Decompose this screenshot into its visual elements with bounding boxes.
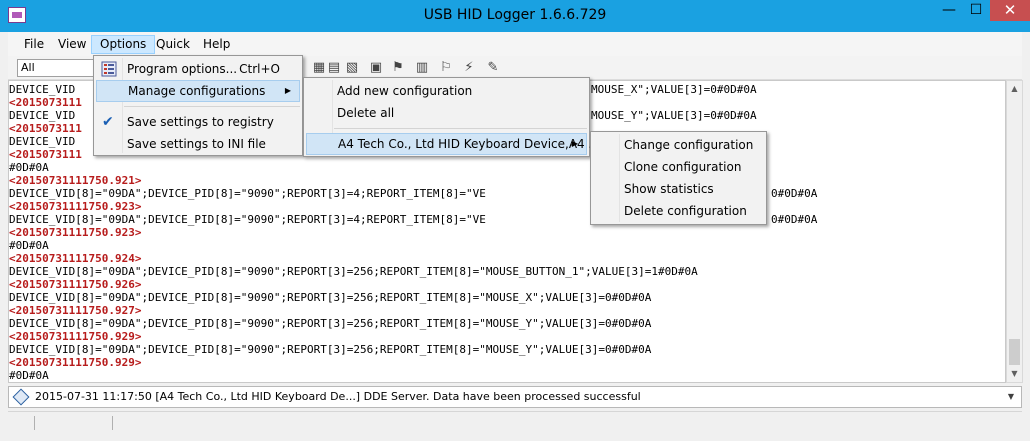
menu-label: Show statistics [624,182,714,196]
menu-label: Save settings to INI file [127,137,266,151]
toolbar-edit-icon[interactable]: ✎ [485,60,501,76]
toolbar-document-icon[interactable]: ▧ [344,60,360,76]
toolbar-filter-icon[interactable]: ⚐ [438,60,454,76]
toolbar-shield-icon[interactable]: ▣ [368,60,384,76]
configurations-submenu: Add new configuration Delete all A4 Tech… [303,77,600,157]
menu-save-to-ini[interactable]: Save settings to INI file [96,133,300,155]
log-entry: DEVICE_VID[8]="09DA";DEVICE_PID[8]="9090… [9,317,652,330]
log-timestamp: <20150731111750.924> [9,252,142,265]
log-timestamp: <2015073111 [9,122,82,135]
log-fragment: MOUSE_X";VALUE[3]=0#0D#0A [591,83,757,96]
chevron-down-icon[interactable]: ▼ [1003,389,1019,405]
menu-label: Manage configurations [128,84,266,98]
dde-status-icon [12,388,30,406]
device-submenu: Change configuration Clone configuration… [590,131,767,225]
scroll-up-icon[interactable]: ▲ [1007,81,1022,97]
menu-options[interactable]: Options [91,35,156,54]
toolbar-flag-icon[interactable]: ⚑ [390,60,406,76]
menu-delete-all[interactable]: Delete all [306,102,587,124]
log-entry: DEVICE_VID [9,83,76,96]
log-entry: DEVICE_VID [9,109,76,122]
log-entry: #0D#0A [9,161,49,174]
menu-program-options[interactable]: Program options... Ctrl+O [96,58,300,80]
menu-show-statistics[interactable]: Show statistics [593,178,764,200]
options-list-icon [101,61,117,77]
status-combo[interactable]: 2015-07-31 11:17:50 [A4 Tech Co., Ltd HI… [8,386,1022,408]
status-bar [8,411,1022,433]
menu-label: Save settings to registry [127,115,274,129]
log-timestamp: <20150731111750.923> [9,226,142,239]
menu-separator [334,128,587,129]
checkmark-icon: ✔ [102,114,114,130]
log-entry: DEVICE_VID[8]="09DA";DEVICE_PID[8]="9090… [9,265,698,278]
menu-label: A4 Tech Co., Ltd HID Keyboard Device,A4 … [338,137,600,151]
log-entry: #0D#0A [9,239,49,252]
menu-add-configuration[interactable]: Add new configuration [306,80,587,102]
log-timestamp: <20150731111750.923> [9,200,142,213]
toolbar-list-icon[interactable]: ▥ [414,60,430,76]
status-divider [34,416,35,430]
log-entry: DEVICE_VID [9,135,76,148]
window-title: USB HID Logger 1.6.6.729 [423,7,607,23]
log-timestamp: <2015073111 [9,148,82,161]
log-fragment: 0#0D#0A [771,213,818,226]
status-divider [112,416,113,430]
menu-label: Clone configuration [624,160,742,174]
log-timestamp: <20150731111750.927> [9,304,142,317]
menu-label: Program options... [127,62,238,76]
submenu-arrow-icon: ▶ [284,86,291,95]
menu-label: Change configuration [624,138,754,152]
menu-bar: File View Options Quick Help [8,32,1022,56]
log-timestamp: <20150731111750.926> [9,278,142,291]
menu-separator [124,106,300,107]
minimize-button[interactable]: — [935,0,963,21]
submenu-arrow-icon: ▶ [571,139,578,148]
log-entry: DEVICE_VID[8]="09DA";DEVICE_PID[8]="9090… [9,291,652,304]
log-fragment: 0#0D#0A [771,187,818,200]
log-entry: DEVICE_VID[8]="09DA";DEVICE_PID[8]="9090… [9,187,486,200]
toolbar-keyboard-icon[interactable]: ▤ [326,60,342,76]
menu-quick[interactable]: Quick [148,35,198,54]
menu-device-configuration[interactable]: A4 Tech Co., Ltd HID Keyboard Device,A4 … [306,133,600,155]
status-text: 2015-07-31 11:17:50 [A4 Tech Co., Ltd HI… [35,390,641,403]
toolbar-grid-icon[interactable]: ▦ [311,60,327,76]
menu-clone-configuration[interactable]: Clone configuration [593,156,764,178]
scroll-down-icon[interactable]: ▼ [1007,366,1022,382]
menu-manage-configurations[interactable]: Manage configurations ▶ [96,80,300,102]
log-timestamp: <20150731111750.929> [9,330,142,343]
log-scrollbar[interactable]: ▲ ▼ [1006,80,1023,383]
toolbar-plugin-icon[interactable]: ⚡ [461,60,477,76]
scroll-thumb[interactable] [1009,339,1020,365]
close-button[interactable]: ✕ [990,0,1030,21]
log-entry: DEVICE_VID[8]="09DA";DEVICE_PID[8]="9090… [9,213,486,226]
log-entry: #0D#0A [9,369,49,382]
menu-shortcut: Ctrl+O [239,62,280,76]
menu-delete-configuration[interactable]: Delete configuration [593,200,764,222]
menu-view[interactable]: View [50,35,94,54]
log-timestamp: <2015073111 [9,96,82,109]
menu-file[interactable]: File [16,35,52,54]
menu-change-configuration[interactable]: Change configuration [593,134,764,156]
maximize-button[interactable]: ☐ [962,0,990,21]
menu-label: Add new configuration [337,84,473,98]
title-bar: USB HID Logger 1.6.6.729 — ☐ ✕ [0,0,1030,32]
log-fragment: MOUSE_Y";VALUE[3]=0#0D#0A [591,109,757,122]
menu-help[interactable]: Help [195,35,238,54]
menu-label: Delete all [337,106,395,120]
options-menu: Program options... Ctrl+O Manage configu… [93,55,303,156]
filter-combo[interactable]: All [17,59,97,77]
log-timestamp: <20150731111750.929> [9,356,142,369]
menu-save-to-registry[interactable]: ✔ Save settings to registry [96,111,300,133]
menu-label: Delete configuration [624,204,747,218]
log-entry: DEVICE_VID[8]="09DA";DEVICE_PID[8]="9090… [9,343,652,356]
log-timestamp: <20150731111750.921> [9,174,142,187]
